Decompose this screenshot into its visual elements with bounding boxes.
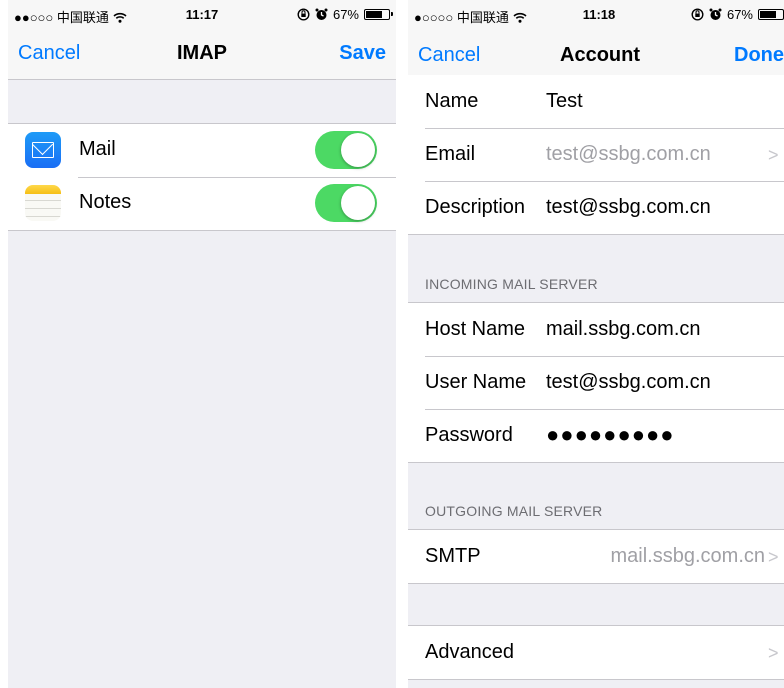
- imap-screen: ●●○○○ 中国联通 11:17 67% Cancel IMAP Save Ma…: [8, 0, 396, 688]
- account-info-group: Name Test Email test@ssbg.com.cn > Descr…: [408, 75, 784, 235]
- user-name-label: User Name: [425, 371, 527, 393]
- smtp-label: SMTP: [425, 545, 481, 567]
- chevron-right-icon: >: [768, 145, 779, 165]
- battery-fill: [760, 11, 777, 18]
- orientation-lock-icon: [691, 8, 704, 21]
- alarm-icon: [709, 8, 722, 20]
- description-row[interactable]: Description test@ssbg.com.cn: [408, 181, 784, 234]
- save-button[interactable]: Save: [339, 42, 386, 65]
- battery-fill: [366, 11, 383, 18]
- status-right-group: 67%: [297, 7, 393, 22]
- email-row[interactable]: Email test@ssbg.com.cn >: [408, 128, 784, 181]
- description-label: Description: [425, 196, 526, 218]
- notes-toggle[interactable]: [315, 184, 377, 222]
- password-value[interactable]: ●●●●●●●●●: [546, 422, 675, 448]
- battery-icon: [758, 9, 784, 20]
- outgoing-server-header: OUTGOING MAIL SERVER: [425, 503, 603, 519]
- mail-toggle-row: Mail: [8, 124, 396, 177]
- smtp-row[interactable]: SMTP mail.ssbg.com.cn >: [408, 530, 784, 583]
- smtp-value: mail.ssbg.com.cn: [610, 545, 766, 567]
- host-name-label: Host Name: [425, 318, 526, 340]
- name-value[interactable]: Test: [546, 90, 583, 113]
- status-right-group: 67%: [691, 7, 784, 22]
- battery-percent: 67%: [332, 7, 359, 22]
- chevron-right-icon: >: [768, 547, 779, 567]
- alarm-icon: [315, 8, 328, 20]
- sync-options-group: Mail Notes: [8, 123, 396, 231]
- user-name-value[interactable]: test@ssbg.com.cn: [546, 371, 711, 394]
- orientation-lock-icon: [297, 8, 310, 21]
- notes-app-icon: [25, 185, 61, 221]
- name-label: Name: [425, 90, 479, 112]
- password-row[interactable]: Password ●●●●●●●●●: [408, 409, 784, 462]
- description-value[interactable]: test@ssbg.com.cn: [546, 196, 711, 219]
- battery-percent: 67%: [726, 7, 753, 22]
- nav-bar: Cancel IMAP Save: [8, 30, 396, 80]
- host-name-row[interactable]: Host Name mail.ssbg.com.cn: [408, 303, 784, 356]
- user-name-row[interactable]: User Name test@ssbg.com.cn: [408, 356, 784, 409]
- incoming-server-group: Host Name mail.ssbg.com.cn User Name tes…: [408, 302, 784, 463]
- mail-label: Mail: [79, 138, 116, 160]
- password-label: Password: [425, 424, 513, 446]
- notes-toggle-row: Notes: [8, 177, 396, 230]
- account-screen: ●○○○○ 中国联通 11:18 67% Cancel Account Done…: [408, 0, 784, 688]
- mail-app-icon: [25, 132, 61, 168]
- status-bar: ●○○○○ 中国联通 11:18 67%: [408, 0, 784, 30]
- done-button[interactable]: Done: [734, 44, 784, 67]
- email-value: test@ssbg.com.cn: [546, 143, 711, 165]
- mail-toggle[interactable]: [315, 131, 377, 169]
- name-row[interactable]: Name Test: [408, 75, 784, 128]
- advanced-row[interactable]: Advanced >: [408, 626, 784, 679]
- advanced-label: Advanced: [425, 641, 514, 663]
- battery-icon: [364, 9, 393, 20]
- outgoing-server-group: SMTP mail.ssbg.com.cn >: [408, 529, 784, 584]
- incoming-server-header: INCOMING MAIL SERVER: [425, 276, 598, 292]
- notes-label: Notes: [79, 191, 132, 213]
- advanced-group: Advanced >: [408, 625, 784, 680]
- host-name-value[interactable]: mail.ssbg.com.cn: [546, 318, 701, 341]
- chevron-right-icon: >: [768, 643, 779, 663]
- status-bar: ●●○○○ 中国联通 11:17 67%: [8, 0, 396, 30]
- email-label: Email: [425, 143, 476, 165]
- page-title: IMAP: [177, 42, 227, 64]
- page-title: Account: [560, 44, 640, 66]
